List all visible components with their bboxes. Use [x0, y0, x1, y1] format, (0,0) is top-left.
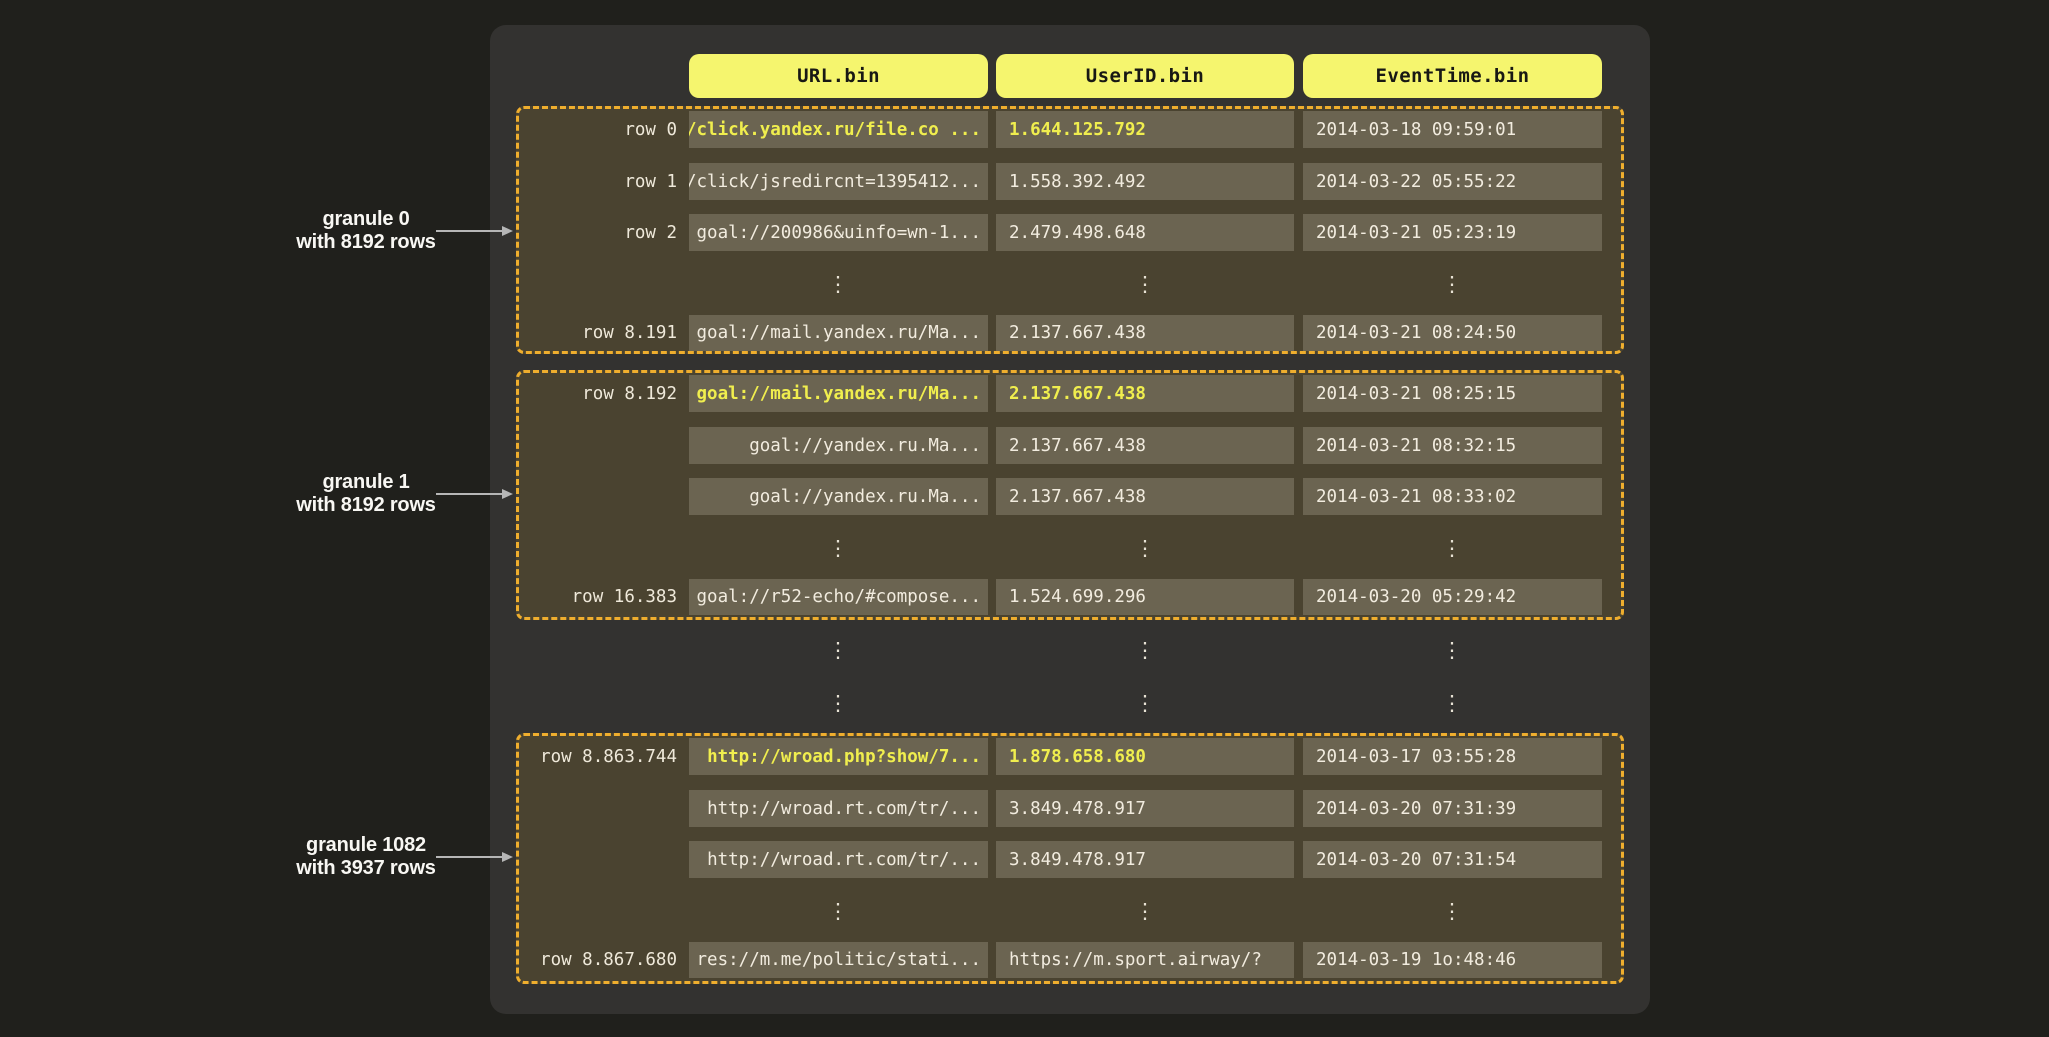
vertical-ellipsis-icon: ⋮	[816, 685, 860, 721]
eventtime-cell: 2014-03-18 09:59:01	[1303, 111, 1602, 148]
annotation-line: with 3937 rows	[236, 857, 496, 880]
userid-cell: 1.878.658.680	[996, 738, 1294, 775]
row-label: row 1	[519, 163, 683, 200]
vertical-ellipsis-icon: ⋮	[1430, 893, 1474, 930]
url-cell: goal://mail.yandex.ru/Ma...	[689, 375, 988, 412]
row-label	[519, 478, 683, 515]
row-label: row 2	[519, 214, 683, 251]
eventtime-cell: 2014-03-17 03:55:28	[1303, 738, 1602, 775]
row-label	[519, 790, 683, 827]
userid-cell: 3.849.478.917	[996, 790, 1294, 827]
row-label: row 8.867.680	[519, 942, 683, 978]
url-cell: goal://yandex.ru.Ma...	[689, 427, 988, 464]
eventtime-cell: 2014-03-22 05:55:22	[1303, 163, 1602, 200]
vertical-ellipsis-icon: ⋮	[1430, 266, 1474, 303]
vertical-ellipsis-icon: ⋮	[1123, 685, 1167, 721]
eventtime-cell: 2014-03-21 08:24:50	[1303, 315, 1602, 351]
vertical-ellipsis-icon: ⋮	[1430, 530, 1474, 567]
url-cell: goal://r52-echo/#compose...	[689, 579, 988, 615]
annotation-line: granule 1	[236, 471, 496, 494]
userid-cell: 2.137.667.438	[996, 315, 1294, 351]
vertical-ellipsis-icon: ⋮	[1123, 266, 1167, 303]
granules-diagram-page: URL.binUserID.binEventTime.bin row 0/cli…	[0, 0, 2049, 1037]
annotation-line: granule 1082	[236, 834, 496, 857]
eventtime-cell: 2014-03-20 05:29:42	[1303, 579, 1602, 615]
eventtime-cell: 2014-03-21 05:23:19	[1303, 214, 1602, 251]
row-label: row 0	[519, 111, 683, 148]
eventtime-cell: 2014-03-20 07:31:39	[1303, 790, 1602, 827]
eventtime-cell: 2014-03-19 1o:48:46	[1303, 942, 1602, 978]
vertical-ellipsis-icon: ⋮	[816, 893, 860, 930]
userid-cell: 2.479.498.648	[996, 214, 1294, 251]
arrow-right-icon	[502, 489, 513, 499]
row-label: row 8.191	[519, 315, 683, 351]
eventtime-cell: 2014-03-20 07:31:54	[1303, 841, 1602, 878]
url-cell: http://wroad.rt.com/tr/...	[689, 790, 988, 827]
row-label: row 8.863.744	[519, 738, 683, 775]
userid-cell: 1.558.392.492	[996, 163, 1294, 200]
userid-cell: 1.644.125.792	[996, 111, 1294, 148]
annotation-arrow	[436, 493, 503, 495]
url-cell: http://wroad.php?show/7...	[689, 738, 988, 775]
eventtime-cell: 2014-03-21 08:32:15	[1303, 427, 1602, 464]
granule-box-1: row 8.192goal://mail.yandex.ru/Ma...2.13…	[516, 370, 1624, 620]
userid-cell: 2.137.667.438	[996, 478, 1294, 515]
vertical-ellipsis-icon: ⋮	[816, 266, 860, 303]
userid-cell: 2.137.667.438	[996, 375, 1294, 412]
annotation-line: granule 0	[236, 208, 496, 231]
row-label: row 16.383	[519, 579, 683, 615]
granule-box-0: row 0/click.yandex.ru/file.co ...1.644.1…	[516, 106, 1624, 354]
url-cell: goal://200986&uinfo=wn-1...	[689, 214, 988, 251]
annotation-arrow	[436, 230, 503, 232]
column-header-eventtime: EventTime.bin	[1303, 54, 1602, 98]
arrow-right-icon	[502, 852, 513, 862]
annotation-arrow	[436, 856, 503, 858]
url-cell: http://wroad.rt.com/tr/...	[689, 841, 988, 878]
arrow-right-icon	[502, 226, 513, 236]
row-label: row 8.192	[519, 375, 683, 412]
userid-cell: https://m.sport.airway/?	[996, 942, 1294, 978]
granule-box-2: row 8.863.744http://wroad.php?show/7...1…	[516, 733, 1624, 984]
vertical-ellipsis-icon: ⋮	[1123, 530, 1167, 567]
url-cell: res://m.me/politic/stati...	[689, 942, 988, 978]
row-label	[519, 427, 683, 464]
annotation-line: with 8192 rows	[236, 494, 496, 517]
url-cell: goal://yandex.ru.Ma...	[689, 478, 988, 515]
userid-cell: 2.137.667.438	[996, 427, 1294, 464]
userid-cell: 1.524.699.296	[996, 579, 1294, 615]
vertical-ellipsis-icon: ⋮	[816, 530, 860, 567]
column-header-userid: UserID.bin	[996, 54, 1294, 98]
eventtime-cell: 2014-03-21 08:25:15	[1303, 375, 1602, 412]
vertical-ellipsis-icon: ⋮	[1123, 893, 1167, 930]
vertical-ellipsis-icon: ⋮	[816, 632, 860, 668]
userid-cell: 3.849.478.917	[996, 841, 1294, 878]
vertical-ellipsis-icon: ⋮	[1430, 632, 1474, 668]
eventtime-cell: 2014-03-21 08:33:02	[1303, 478, 1602, 515]
vertical-ellipsis-icon: ⋮	[1430, 685, 1474, 721]
url-cell: goal://mail.yandex.ru/Ma...	[689, 315, 988, 351]
url-cell: /click.yandex.ru/file.co ...	[689, 111, 988, 148]
url-cell: /click/jsredircnt=1395412...	[689, 163, 988, 200]
annotation-line: with 8192 rows	[236, 231, 496, 254]
row-label	[519, 841, 683, 878]
column-header-url: URL.bin	[689, 54, 988, 98]
vertical-ellipsis-icon: ⋮	[1123, 632, 1167, 668]
